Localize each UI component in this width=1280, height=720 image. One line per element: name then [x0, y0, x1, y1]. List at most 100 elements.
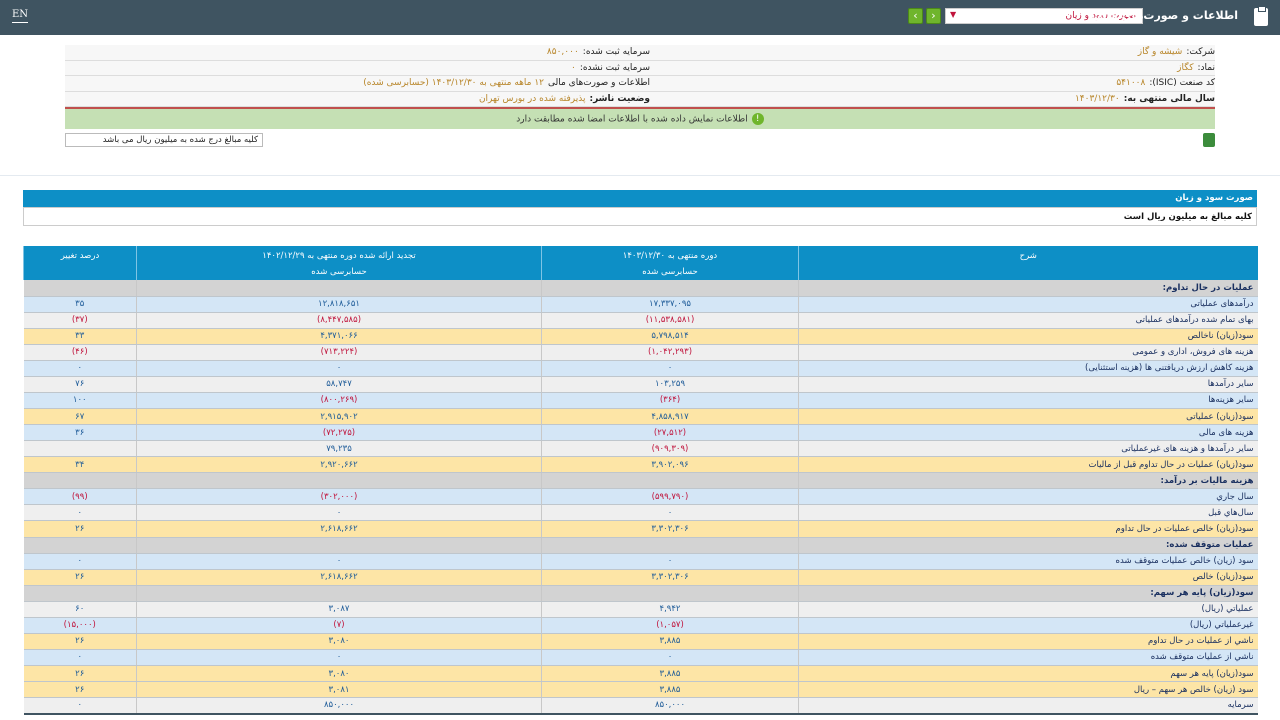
verification-text: اطلاعات نمایش داده شده با اطلاعات امضا ش…: [516, 114, 748, 125]
statement-value: ۱۲ ماهه منتهی به ۱۴۰۳/۱۲/۳۰ (حسابرسی شده…: [363, 78, 544, 88]
table-row: درآمدهای عملیاتی ۱۷,۳۳۷,۰۹۵ ۱۲,۸۱۸,۶۵۱ ۳۵: [23, 296, 1258, 313]
table-row: هزینه کاهش ارزش دریافتنی ها (هزینه استثن…: [23, 360, 1258, 377]
excel-export-icon[interactable]: [1203, 133, 1215, 147]
registered-capital-value: ۸۵۰,۰۰۰: [546, 47, 579, 57]
table-row: سایر هزینه‌ها (۳۶۴) (۸۰۰,۲۶۹) ۱۰۰: [23, 392, 1258, 410]
row-description: هزینه مالیات بر درآمد:: [798, 472, 1258, 490]
previous-value: ۴,۳۷۱,۰۶۶: [136, 328, 542, 345]
row-description: سود(زیان) ناخالص: [798, 328, 1258, 345]
col-previous-period: تجدید ارائه شده دوره منتهی به ۱۴۰۲/۱۲/۲۹: [262, 251, 416, 261]
table-row: سود(زیان) عملیاتی ۴,۸۵۸,۹۱۷ ۲,۹۱۵,۹۰۲ ۶۷: [23, 408, 1258, 426]
change-percent: ۷۶: [23, 376, 137, 393]
table-row: هزینه های فروش، اداری و عمومی (۱,۰۴۲,۲۹۳)…: [23, 344, 1258, 361]
fiscal-year-value: ۱۴۰۳/۱۲/۳۰: [1074, 93, 1120, 104]
company-value: شیشه و گاز: [1137, 47, 1183, 57]
col-current-period: دوره منتهی به ۱۴۰۳/۱۲/۳۰: [622, 251, 718, 261]
table-row: سود(زیان) ناخالص ۵,۷۹۸,۵۱۴ ۴,۳۷۱,۰۶۶ ۳۳: [23, 328, 1258, 345]
previous-value: [136, 280, 542, 297]
col-header-description: شرح: [798, 246, 1258, 280]
row-description: سود (زیان) خالص هر سهم – ریال: [798, 681, 1258, 699]
row-description: سود(زیان) خالص عملیات در حال تداوم: [798, 520, 1258, 538]
next-button[interactable]: ›: [926, 8, 941, 24]
previous-value: (۷): [136, 617, 542, 634]
row-description: هزینه های مالی: [798, 424, 1258, 442]
publisher-status-value: پذیرفته شده در بورس تهران: [478, 93, 586, 104]
change-percent: ۰: [23, 697, 137, 715]
language-toggle[interactable]: EN: [12, 9, 29, 23]
table-row: سال جاري (۵۹۹,۷۹۰) (۳۰۲,۰۰۰) (۹۹): [23, 488, 1258, 506]
unit-note-input[interactable]: کلیه مبالغ درج شده به میلیون ریال می باش…: [65, 133, 263, 147]
table-row: بهای تمام شده درآمدهای عملیاتی (۱۱,۵۳۸,۵۸…: [23, 312, 1258, 329]
table-row: سود (زیان) خالص عملیات متوقف شده ۰ ۰ ۰: [23, 553, 1258, 570]
previous-value: ۳,۰۸۱: [136, 681, 542, 699]
previous-value: (۸۰۰,۲۶۹): [136, 392, 542, 410]
previous-value: ۸۵۰,۰۰۰: [136, 697, 542, 715]
current-value: ۳,۹۰۲,۰۹۶: [541, 456, 799, 474]
current-value: (۳۶۴): [541, 392, 799, 410]
current-value: (۱,۰۴۲,۲۹۳): [541, 344, 799, 361]
current-value: [541, 585, 799, 602]
table-row: سود(زیان) خالص عملیات در حال تداوم ۳,۳۰۲,…: [23, 520, 1258, 538]
registered-capital-label: سرمایه ثبت شده:: [582, 47, 650, 57]
previous-value: ۵۸,۷۴۷: [136, 376, 542, 393]
previous-value: (۷۲,۲۷۵): [136, 424, 542, 442]
row-description: عملیات متوقف شده:: [798, 537, 1258, 554]
row-description: سود(زیان) عملیات در حال تداوم قبل از مال…: [798, 456, 1258, 474]
current-value: (۵۹۹,۷۹۰): [541, 488, 799, 506]
current-value: ۰: [541, 553, 799, 570]
row-description: ناشي از عملیات در حال تداوم: [798, 633, 1258, 650]
row-description: سود(زیان) پایه هر سهم:: [798, 585, 1258, 602]
publisher-status-label: وضعیت ناشر:: [589, 93, 650, 104]
current-value: (۱,۰۵۷): [541, 617, 799, 634]
current-value: [541, 472, 799, 490]
table-row: سود (زیان) خالص هر سهم – ریال ۳,۸۸۵ ۳,۰۸۱ ۲…: [23, 681, 1258, 699]
row-description: سود(زیان) خالص: [798, 569, 1258, 586]
current-value: (۱۱,۵۳۸,۵۸۱): [541, 312, 799, 329]
table-row: سود(زیان) عملیات در حال تداوم قبل از مال…: [23, 456, 1258, 474]
table-row: سایر درآمدها ۱۰۳,۲۵۹ ۵۸,۷۴۷ ۷۶: [23, 376, 1258, 393]
chevron-down-icon: ▼: [950, 10, 957, 19]
table-row: سال‌هاي قبل ۰ ۰ ۰: [23, 504, 1258, 522]
change-percent: (۱۵,۰۰۰): [23, 617, 137, 634]
row-description: سود (زیان) خالص عملیات متوقف شده: [798, 553, 1258, 570]
change-percent: ۲۶: [23, 569, 137, 586]
previous-value: ۲,۶۱۸,۶۶۲: [136, 520, 542, 538]
row-description: عملیاتي (ریال): [798, 601, 1258, 618]
change-percent: ۲۶: [23, 681, 137, 699]
previous-value: ۰: [136, 360, 542, 377]
change-percent: ۰: [23, 553, 137, 570]
change-percent: ۲۶: [23, 520, 137, 538]
statement-label: اطلاعات و صورت‌های مالی: [548, 78, 650, 88]
previous-value: [136, 585, 542, 602]
previous-value: ۲,۶۱۸,۶۶۲: [136, 569, 542, 586]
current-value: ۳,۸۸۵: [541, 681, 799, 699]
current-value: ۳,۸۸۵: [541, 665, 799, 683]
table-row: غیرعملیاتي (ریال) (۱,۰۵۷) (۷) (۱۵,۰۰۰): [23, 617, 1258, 634]
previous-value: ۰: [136, 504, 542, 522]
change-percent: ۶۰: [23, 601, 137, 618]
previous-value: (۳۰۲,۰۰۰): [136, 488, 542, 506]
table-row: ناشي از عملیات متوقف شده ۰ ۰ ۰: [23, 649, 1258, 667]
previous-value: (۸,۴۴۷,۵۸۵): [136, 312, 542, 329]
current-value: ۸۵۰,۰۰۰: [541, 697, 799, 715]
current-value: ۳,۳۰۲,۳۰۶: [541, 520, 799, 538]
current-value: ۳,۸۸۵: [541, 633, 799, 650]
row-description: سایر درآمدها و هزینه های غیرعملیاتی: [798, 440, 1258, 458]
change-percent: [23, 585, 137, 602]
current-value: ۰: [541, 360, 799, 377]
change-percent: ۳۴: [23, 456, 137, 474]
current-value: ۰: [541, 504, 799, 522]
table-row: سود(زیان) خالص ۳,۳۰۲,۳۰۶ ۲,۶۱۸,۶۶۲ ۲۶: [23, 569, 1258, 586]
current-value: ۱۷,۳۳۷,۰۹۵: [541, 296, 799, 313]
change-percent: [23, 280, 137, 297]
previous-value: ۳,۰۸۰: [136, 633, 542, 650]
row-description: سال جاري: [798, 488, 1258, 506]
section-row: عملیات در حال تداوم:: [23, 280, 1258, 297]
change-percent: ۰: [23, 504, 137, 522]
row-description: سود(زیان) عملیاتی: [798, 408, 1258, 426]
info-icon: !: [751, 113, 764, 125]
previous-value: ۱۲,۸۱۸,۶۵۱: [136, 296, 542, 313]
prev-button[interactable]: ‹: [908, 8, 923, 24]
row-description: غیرعملیاتي (ریال): [798, 617, 1258, 634]
table-row: سود(زیان) پایه هر سهم ۳,۸۸۵ ۳,۰۸۰ ۲۶: [23, 665, 1258, 683]
